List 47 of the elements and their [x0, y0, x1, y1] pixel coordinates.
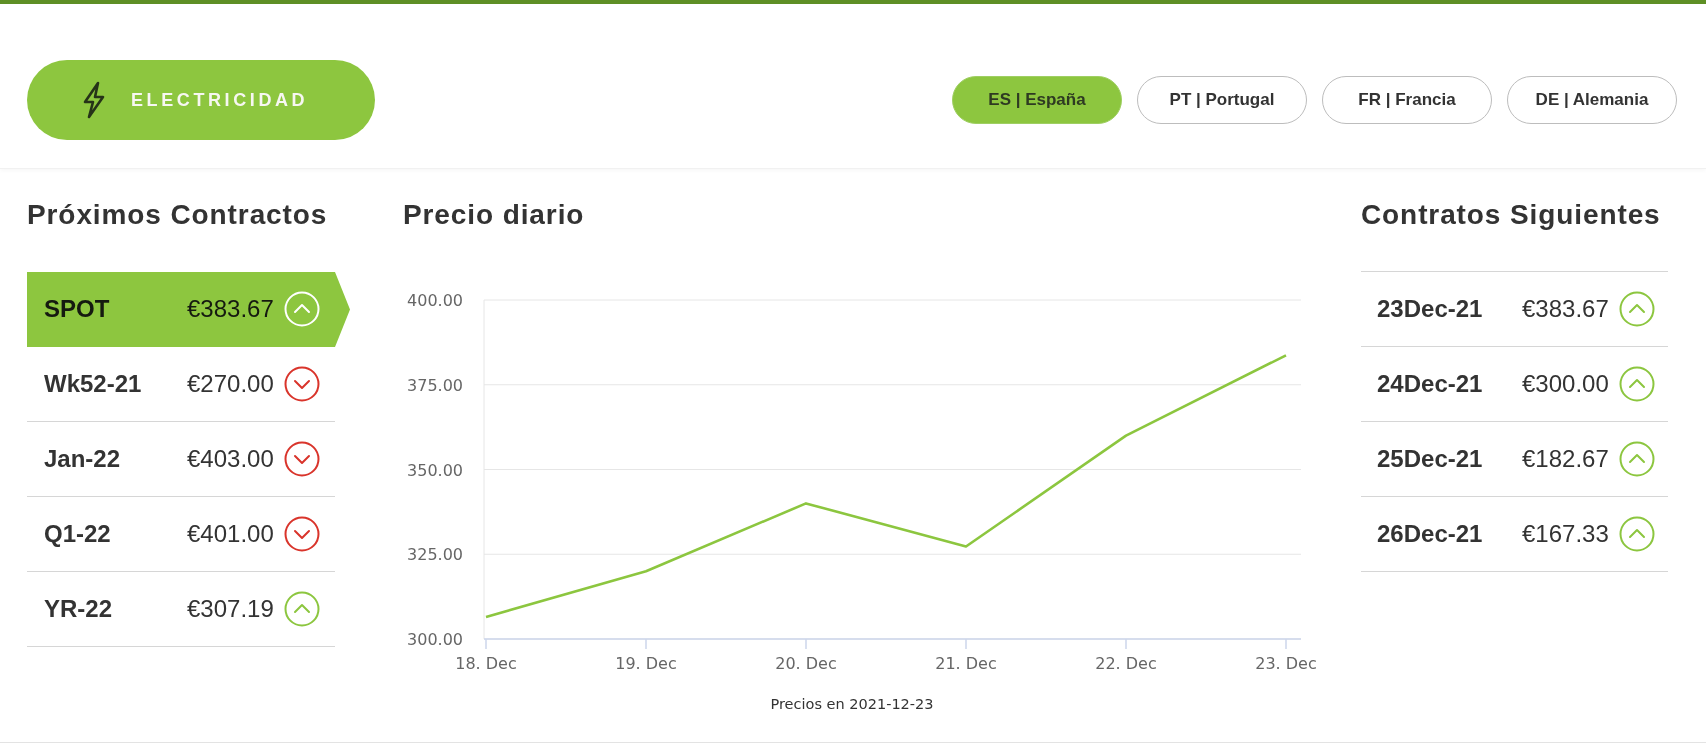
section-heading: Contratos Siguientes	[1361, 200, 1662, 230]
x-axis-label: 22. Dec	[1095, 654, 1157, 673]
chart-caption: Precios en 2021-12-23	[769, 696, 935, 712]
x-axis-label: 18. Dec	[455, 654, 517, 673]
section-heading: Próximos Contractos	[27, 200, 329, 230]
y-axis-label: 325.00	[407, 545, 463, 565]
market-tab[interactable]: DE | Alemania	[1507, 76, 1677, 124]
contract-name: Jan-22	[44, 445, 122, 473]
contract-row[interactable]: 25Dec-21 €182.67	[1361, 422, 1668, 497]
contract-price: €182.67	[1522, 445, 1609, 473]
contract-row[interactable]: 24Dec-21 €300.00	[1361, 347, 1668, 422]
contract-row[interactable]: Q1-22 €401.00	[27, 497, 335, 572]
market-tab[interactable]: PT | Portugal	[1137, 76, 1307, 124]
contract-row[interactable]: SPOT €383.67	[27, 272, 350, 347]
contract-price: €167.33	[1522, 520, 1609, 548]
market-tab[interactable]: FR | Francia	[1322, 76, 1492, 124]
contract-price: €270.00	[187, 370, 274, 398]
contract-row[interactable]: Jan-22 €403.00	[27, 422, 335, 497]
contract-row[interactable]: YR-22 €307.19	[27, 572, 335, 647]
y-axis-label: 375.00	[407, 375, 463, 395]
x-axis-label: 19. Dec	[615, 654, 677, 673]
contract-price: €401.00	[187, 520, 274, 548]
contract-name: SPOT	[44, 295, 111, 323]
y-axis-label: 300.00	[407, 630, 463, 649]
contract-price: €383.67	[187, 295, 274, 323]
contract-date: 26Dec-21	[1377, 520, 1484, 548]
x-axis-label: 20. Dec	[775, 654, 837, 673]
contract-date: 24Dec-21	[1377, 370, 1484, 398]
contract-name: Wk52-21	[44, 370, 143, 398]
section-heading: Precio diario	[403, 200, 586, 230]
market-tab[interactable]: ES | España	[952, 76, 1122, 124]
x-axis-label: 21. Dec	[935, 654, 997, 673]
lightning-icon	[82, 81, 106, 119]
contract-price: €300.00	[1522, 370, 1609, 398]
contract-date: 23Dec-21	[1377, 295, 1484, 323]
contract-row[interactable]: Wk52-21 €270.00	[27, 347, 335, 422]
contract-price: €383.67	[1522, 295, 1609, 323]
contract-date: 25Dec-21	[1377, 445, 1484, 473]
contract-row[interactable]: 26Dec-21 €167.33	[1361, 497, 1668, 572]
contract-price: €403.00	[187, 445, 274, 473]
contract-name: Q1-22	[44, 520, 112, 548]
y-axis-label: 400.00	[407, 291, 463, 310]
contract-row[interactable]: 23Dec-21 €383.67	[1361, 272, 1668, 347]
contract-name: YR-22	[44, 595, 114, 623]
y-axis-label: 350.00	[407, 460, 463, 480]
x-axis-label: 23. Dec	[1255, 654, 1317, 673]
contract-price: €307.19	[187, 595, 274, 623]
